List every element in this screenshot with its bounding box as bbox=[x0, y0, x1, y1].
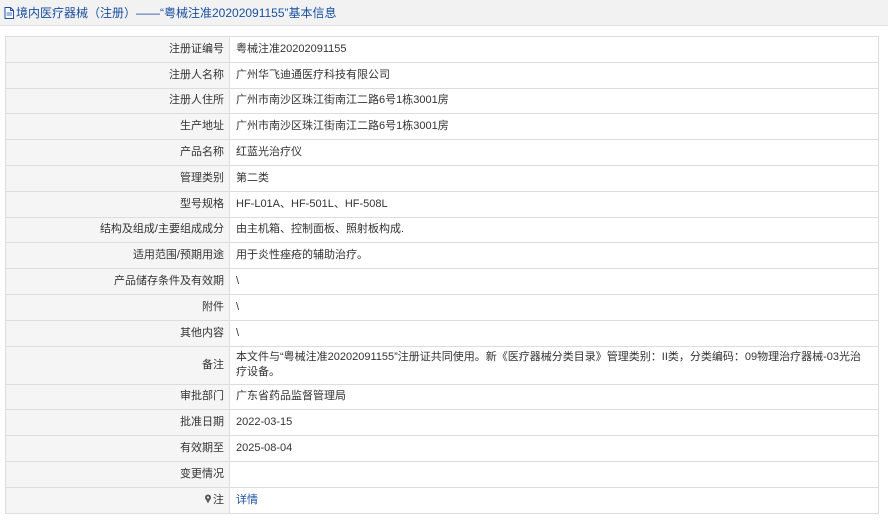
detail-table: 注册证编号 粤械注准20202091155 注册人名称 广州华飞迪通医疗科技有限… bbox=[5, 36, 879, 514]
row-label: 注册人名称 bbox=[5, 61, 230, 89]
table-row-management-category: 管理类别 第二类 bbox=[5, 164, 879, 192]
table-row-storage: 产品储存条件及有效期 \ bbox=[5, 268, 879, 295]
details-link[interactable]: 详情 bbox=[236, 494, 258, 506]
row-value: 广州市南沙区珠江街南江二路6号1栋3001房 bbox=[229, 87, 879, 115]
table-row-model-spec: 型号规格 HF-L01A、HF-501L、HF-508L bbox=[5, 190, 879, 218]
table-row-valid-until: 有效期至 2025-08-04 bbox=[5, 435, 879, 462]
table-row-note: 注 详情 bbox=[5, 486, 879, 514]
row-value: 2025-08-04 bbox=[229, 435, 879, 462]
row-value: 广东省药品监督管理局 bbox=[229, 383, 879, 411]
row-value: 第二类 bbox=[229, 164, 879, 192]
table-row-registration-number: 注册证编号 粤械注准20202091155 bbox=[5, 36, 879, 63]
row-value: 由主机箱、控制面板、照射板构成. bbox=[229, 216, 879, 244]
row-value: 本文件与“粤械注准20202091155”注册证共同使用。新《医疗器械分类目录》… bbox=[229, 345, 879, 385]
row-label: 型号规格 bbox=[5, 190, 230, 218]
row-value bbox=[229, 460, 879, 488]
row-value: 用于炎性痤疮的辅助治疗。 bbox=[229, 242, 879, 270]
table-row-product-name: 产品名称 红蓝光治疗仪 bbox=[5, 139, 879, 166]
row-value: 2022-03-15 bbox=[229, 409, 879, 437]
row-label: 产品名称 bbox=[5, 139, 230, 166]
row-label: 有效期至 bbox=[5, 435, 230, 462]
row-value: \ bbox=[229, 268, 879, 295]
table-row-intended-use: 适用范围/预期用途 用于炎性痤疮的辅助治疗。 bbox=[5, 242, 879, 270]
document-icon bbox=[4, 6, 14, 19]
row-label-note: 注 bbox=[5, 486, 230, 514]
row-label: 变更情况 bbox=[5, 460, 230, 488]
row-label: 备注 bbox=[5, 345, 230, 385]
row-label: 注册证编号 bbox=[5, 36, 230, 63]
table-row-remarks: 备注 本文件与“粤械注准20202091155”注册证共同使用。新《医疗器械分类… bbox=[5, 345, 879, 385]
table-row-production-address: 生产地址 广州市南沙区珠江街南江二路6号1栋3001房 bbox=[5, 113, 879, 141]
row-value: 详情 bbox=[229, 486, 879, 514]
row-value: 广州华飞迪通医疗科技有限公司 bbox=[229, 61, 879, 89]
row-label: 产品储存条件及有效期 bbox=[5, 268, 230, 295]
row-value: \ bbox=[229, 319, 879, 347]
note-label: 注 bbox=[213, 493, 224, 506]
table-row-attachment: 附件 \ bbox=[5, 293, 879, 321]
table-row-approval-dept: 审批部门 广东省药品监督管理局 bbox=[5, 383, 879, 411]
table-row-registrant-name: 注册人名称 广州华飞迪通医疗科技有限公司 bbox=[5, 61, 879, 89]
table-row-structure: 结构及组成/主要组成成分 由主机箱、控制面板、照射板构成. bbox=[5, 216, 879, 244]
row-label: 管理类别 bbox=[5, 164, 230, 192]
row-value: 粤械注准20202091155 bbox=[229, 36, 879, 63]
row-label: 附件 bbox=[5, 293, 230, 321]
table-row-registrant-address: 注册人住所 广州市南沙区珠江街南江二路6号1栋3001房 bbox=[5, 87, 879, 115]
row-label: 其他内容 bbox=[5, 319, 230, 347]
table-row-other: 其他内容 \ bbox=[5, 319, 879, 347]
row-label: 批准日期 bbox=[5, 409, 230, 437]
row-label: 审批部门 bbox=[5, 383, 230, 411]
row-label: 生产地址 bbox=[5, 113, 230, 141]
page-header: 境内医疗器械（注册）——“粤械注准20202091155”基本信息 bbox=[0, 0, 888, 26]
table-row-approval-date: 批准日期 2022-03-15 bbox=[5, 409, 879, 437]
page-title: 境内医疗器械（注册）——“粤械注准20202091155”基本信息 bbox=[16, 6, 337, 20]
row-label: 适用范围/预期用途 bbox=[5, 242, 230, 270]
row-value: 红蓝光治疗仪 bbox=[229, 139, 879, 166]
pin-icon bbox=[204, 494, 212, 504]
row-value: 广州市南沙区珠江街南江二路6号1栋3001房 bbox=[229, 113, 879, 141]
table-row-changes: 变更情况 bbox=[5, 460, 879, 488]
row-label: 结构及组成/主要组成成分 bbox=[5, 216, 230, 244]
row-value: HF-L01A、HF-501L、HF-508L bbox=[229, 190, 879, 218]
row-value: \ bbox=[229, 293, 879, 321]
row-label: 注册人住所 bbox=[5, 87, 230, 115]
